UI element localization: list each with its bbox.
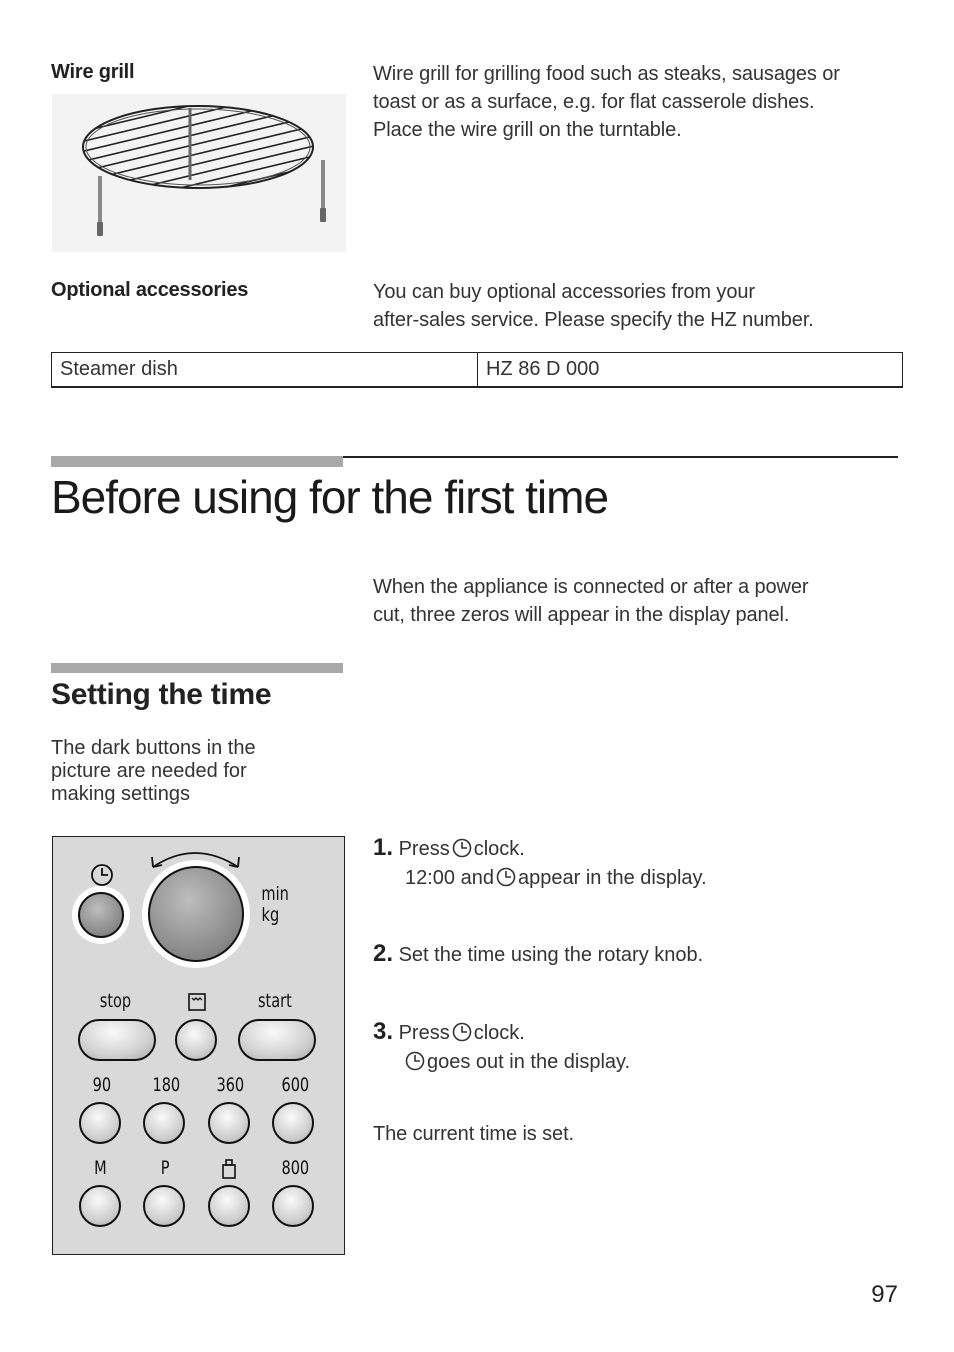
optional-accessories-label: Optional accessories [51,279,249,301]
power-180-button[interactable] [143,1102,185,1144]
optional-accessories-description-line: after-sales service. Please specify the … [373,309,814,331]
subsection-title: Setting the time [51,678,272,711]
clock-button[interactable] [78,892,124,938]
optional-accessories-description: You can buy optional accessories from yo… [373,278,913,334]
optional-accessories-description-line: You can buy optional accessories from yo… [373,281,755,303]
start-button[interactable] [238,1019,316,1061]
step-text: 12:00 and [405,867,494,889]
weight-button[interactable] [208,1185,250,1227]
control-panel-illustration: min kg stop start 90 180 360 600 M P 800 [52,836,345,1255]
section-intro-line: cut, three zeros will appear in the disp… [373,604,790,626]
knob-label-min: min [261,883,289,905]
clock-icon [452,1022,472,1042]
step-1: 1. Press clock. 12:00 and appear in the di… [373,833,913,893]
wire-grill-illustration [52,94,346,252]
grill-button[interactable] [175,1019,217,1061]
stop-label: stop [99,990,132,1012]
grill-icon [188,993,206,1011]
page-number: 97 [871,1281,898,1308]
step-3: 3. Press clock. goes out in the display. [373,1017,913,1077]
power-label: 800 [281,1157,310,1179]
knob-label-kg: kg [261,904,280,926]
clock-icon [91,864,113,886]
section-intro: When the appliance is connected or after… [373,573,913,629]
power-label: 90 [92,1074,112,1096]
rotary-knob[interactable] [148,866,244,962]
accessories-table: Steamer dish HZ 86 D 000 [51,352,903,388]
power-label: 360 [216,1074,245,1096]
power-800-button[interactable] [272,1185,314,1227]
step-text: Set the time using the rotary knob. [398,944,704,966]
wire-grill-description-line: Wire grill for grilling food such as ste… [373,63,840,85]
section-intro-line: When the appliance is connected or after… [373,576,809,598]
subsection-hint-line: making settings [51,783,190,805]
accessory-name-cell: Steamer dish [51,352,478,388]
step-number: 3. [373,1018,394,1045]
subsection-hint: The dark buttons in the picture are need… [51,737,311,806]
power-600-button[interactable] [272,1102,314,1144]
wire-grill-description: Wire grill for grilling food such as ste… [373,60,913,144]
power-label: 600 [281,1074,310,1096]
step-text: Press [398,1022,450,1044]
power-label: 180 [152,1074,181,1096]
step-number: 2. [373,940,394,967]
section-rule [343,456,898,458]
subsection-rule-accent [51,663,343,673]
stop-button[interactable] [78,1019,156,1061]
memory-button[interactable] [79,1185,121,1227]
section-title: Before using for the first time [51,471,609,523]
accessory-hz-number-cell: HZ 86 D 000 [477,352,903,388]
clock-icon [452,838,472,858]
step-number: 1. [373,834,394,861]
clock-icon [496,867,516,887]
start-label: start [257,990,292,1012]
programme-label: P [160,1157,170,1179]
step-2: 2. Set the time using the rotary knob. [373,939,913,970]
step-text: goes out in the display. [427,1051,631,1073]
wire-grill-icon [82,105,326,236]
wire-grill-label: Wire grill [51,61,135,83]
subsection-hint-line: picture are needed for [51,760,247,782]
step-text: clock. [473,838,525,860]
table-row: Steamer dish HZ 86 D 000 [51,352,903,388]
wire-grill-description-line: Place the wire grill on the turntable. [373,119,682,141]
conclusion-text: The current time is set. [373,1123,574,1145]
clock-icon [405,1051,425,1071]
step-text: Press [398,838,450,860]
power-360-button[interactable] [208,1102,250,1144]
section-rule-accent [51,456,343,467]
subsection-hint-line: The dark buttons in the [51,737,256,759]
step-text: appear in the display. [517,867,707,889]
memory-label: M [94,1157,107,1179]
wire-grill-description-line: toast or as a surface, e.g. for flat cas… [373,91,815,113]
programme-button[interactable] [143,1185,185,1227]
weight-icon [222,1159,236,1179]
power-90-button[interactable] [79,1102,121,1144]
step-text: clock. [473,1022,525,1044]
